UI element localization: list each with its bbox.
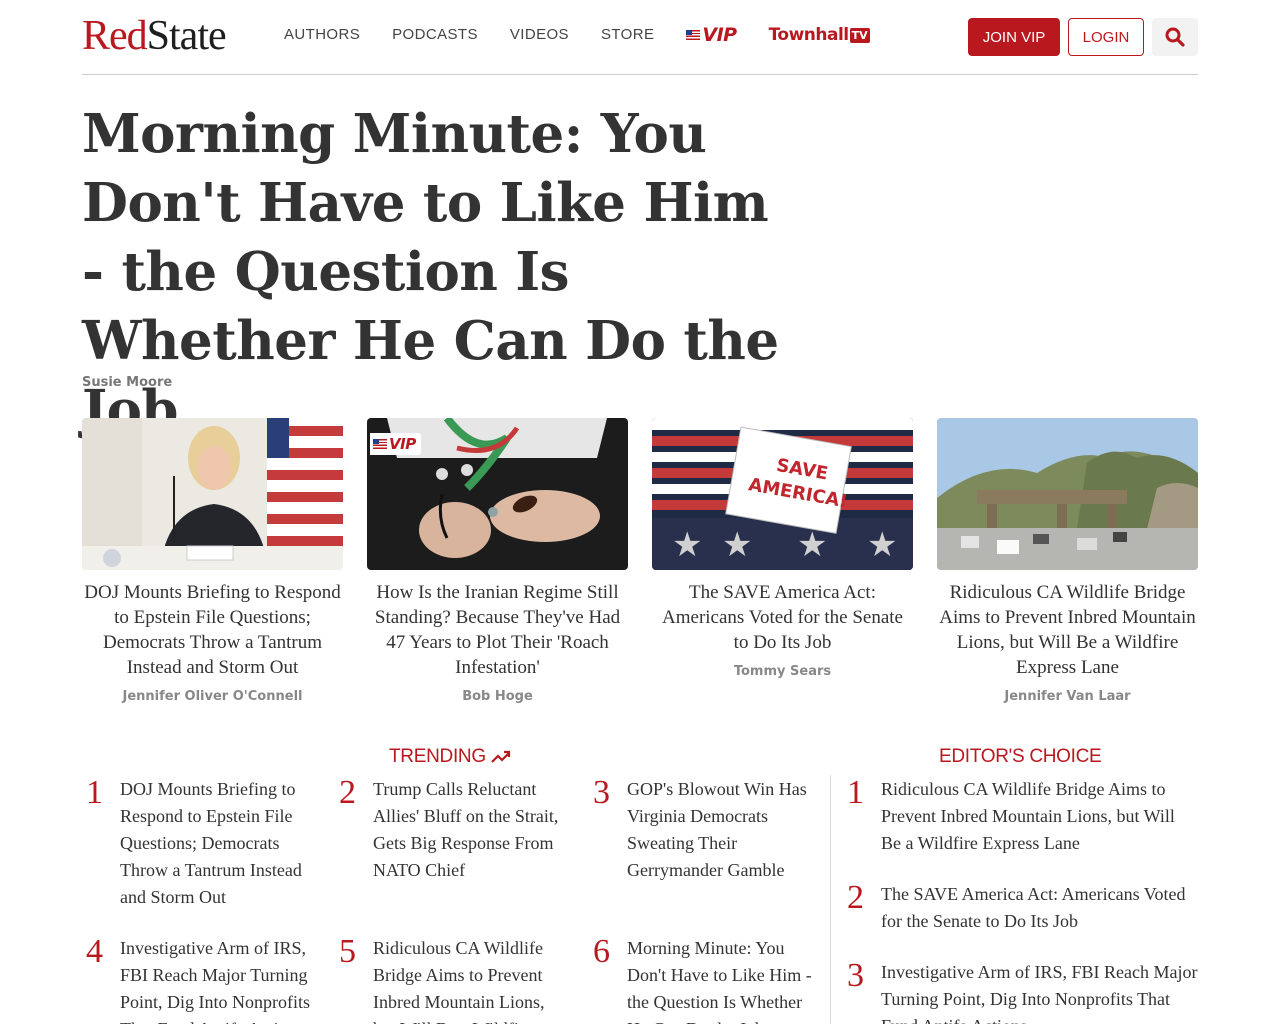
article-author[interactable]: Bob Hoge [367,689,628,704]
nav-townhall-tv[interactable]: Townhall TV [769,25,870,45]
article-author[interactable]: Tommy Sears [652,664,913,679]
logo-dark-part: State [146,13,227,59]
vip-badge-label: VIP [389,435,416,453]
section-divider [830,775,831,1024]
nav-vip[interactable]: VIP [686,24,737,46]
article-card[interactable]: ★ ★ ★ ★ SAVE AMERICA! The SAVE America A… [652,418,913,679]
nav-videos[interactable]: VIDEOS [510,24,569,46]
search-icon [1165,27,1185,47]
editors-title[interactable]: The SAVE America Act: Americans Voted fo… [881,881,1198,935]
nav-store[interactable]: STORE [601,24,654,46]
logo-red-part: Red [82,13,148,59]
trending-title[interactable]: Investigative Arm of IRS, FBI Reach Majo… [120,935,316,1024]
trending-heading: TRENDING [389,746,512,768]
us-flag-icon [686,30,701,40]
editors-rank: 3 [847,957,864,994]
article-author[interactable]: Jennifer Oliver O'Connell [82,689,343,704]
site-logo[interactable]: RedState [82,12,227,60]
article-card[interactable]: Ridiculous CA Wildlife Bridge Aims to Pr… [937,418,1198,704]
tv-badge: TV [849,27,870,43]
editors-rank: 2 [847,879,864,916]
trending-up-icon [491,750,510,763]
trending-rank: 4 [86,933,103,970]
trending-title[interactable]: Ridiculous CA Wildlife Bridge Aims to Pr… [373,935,569,1024]
article-image-save-america[interactable]: ★ ★ ★ ★ SAVE AMERICA! [652,418,913,570]
editors-title[interactable]: Ridiculous CA Wildlife Bridge Aims to Pr… [881,776,1198,857]
article-title[interactable]: How Is the Iranian Regime Still Standing… [367,580,628,680]
trending-rank: 6 [593,933,610,970]
join-vip-button[interactable]: JOIN VIP [968,18,1060,56]
headline-author[interactable]: Susie Moore [82,375,172,390]
editors-choice-heading: EDITOR'S CHOICE [939,746,1102,768]
article-card[interactable]: VIP How Is the Iranian Regime Still Stan… [367,418,628,704]
main-headline[interactable]: Morning Minute: You Don't Have to Like H… [82,100,802,445]
article-author[interactable]: Jennifer Van Laar [937,689,1198,704]
trending-rank: 1 [86,774,103,811]
article-image-wildlife-bridge[interactable] [937,418,1198,570]
us-flag-icon [373,439,387,449]
article-image-roach[interactable]: VIP [367,418,628,570]
article-image-briefing[interactable] [82,418,343,570]
trending-label: TRENDING [389,746,486,767]
nav-podcasts[interactable]: PODCASTS [392,24,478,46]
main-nav: AUTHORS PODCASTS VIDEOS STORE VIP Townha… [284,24,870,46]
editors-rank: 1 [847,774,864,811]
svg-text:★: ★ [722,525,752,565]
svg-text:★: ★ [672,525,702,565]
site-header: RedState AUTHORS PODCASTS VIDEOS STORE V… [82,0,1198,75]
trending-rank: 3 [593,774,610,811]
trending-rank: 2 [339,774,356,811]
townhall-label: Townhall [768,25,850,45]
nav-authors[interactable]: AUTHORS [284,24,360,46]
article-title[interactable]: DOJ Mounts Briefing to Respond to Epstei… [82,580,343,680]
trending-title[interactable]: Morning Minute: You Don't Have to Like H… [627,935,823,1024]
article-title[interactable]: Ridiculous CA Wildlife Bridge Aims to Pr… [937,580,1198,680]
editors-choice-label: EDITOR'S CHOICE [939,746,1102,767]
trending-title[interactable]: Trump Calls Reluctant Allies' Bluff on t… [373,776,569,884]
vip-label: VIP [702,24,737,46]
article-card[interactable]: DOJ Mounts Briefing to Respond to Epstei… [82,418,343,704]
article-title[interactable]: The SAVE America Act: Americans Voted fo… [652,580,913,655]
vip-badge: VIP [370,433,421,455]
trending-rank: 5 [339,933,356,970]
trending-title[interactable]: GOP's Blowout Win Has Virginia Democrats… [627,776,823,884]
login-button[interactable]: LOGIN [1068,18,1144,56]
trending-title[interactable]: DOJ Mounts Briefing to Respond to Epstei… [120,776,316,911]
editors-title[interactable]: Investigative Arm of IRS, FBI Reach Majo… [881,959,1198,1024]
search-button[interactable] [1152,18,1198,56]
svg-text:★: ★ [867,525,897,565]
